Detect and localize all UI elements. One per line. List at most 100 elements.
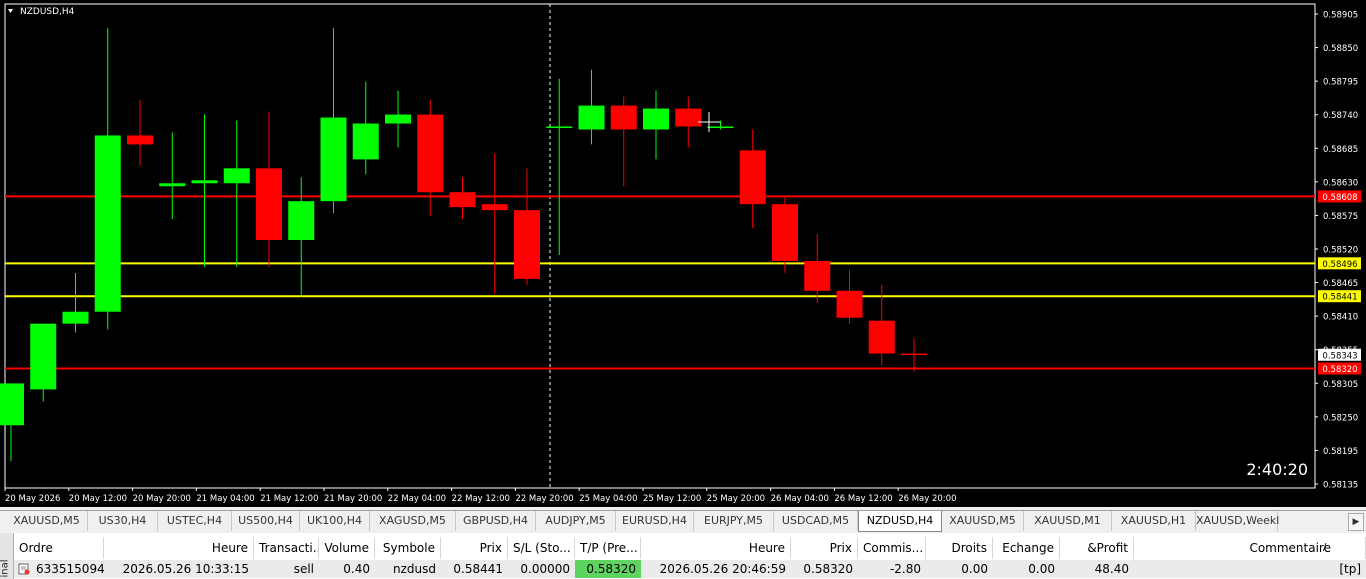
header-time-2[interactable]: Heure: [641, 537, 791, 559]
header-price[interactable]: Prix: [441, 537, 508, 559]
bull-candle-body: [320, 117, 347, 202]
price-axis-label: 0.58195: [1323, 447, 1358, 457]
chart-menu-triangle-icon[interactable]: [8, 9, 13, 13]
chart-window[interactable]: NZDUSD,H4 0.58608 0.58496 0.58441 0.58320 0.5…: [0, 0, 1366, 507]
price-axis-label: 0.58850: [1323, 44, 1358, 54]
header-exchange[interactable]: Echange: [993, 537, 1060, 559]
bear-candle-body: [514, 210, 540, 279]
price-axis-label: 0.58795: [1323, 78, 1358, 88]
header-stop-loss[interactable]: S/L (Sto...: [508, 537, 575, 559]
cell-symbol: nzdusd: [393, 562, 436, 576]
price-axis-label: 0.58250: [1323, 413, 1358, 423]
price-axis-label: 0.58520: [1323, 246, 1358, 256]
chart-tab[interactable]: NZDUSD,H4: [858, 511, 942, 532]
cell-commission: -2.80: [889, 562, 921, 576]
chart-tab[interactable]: US500,H4: [232, 511, 300, 531]
bull-candle-body: [707, 126, 734, 128]
chart-tab[interactable]: XAUUSD,M5: [6, 511, 88, 531]
price-chart[interactable]: NZDUSD,H4 0.58608 0.58496 0.58441 0.58320 0.5…: [0, 0, 1366, 507]
price-level-label: 0.58608: [1322, 193, 1357, 203]
price-axis-label: 0.58685: [1323, 145, 1358, 155]
bear-candle-body: [804, 260, 831, 291]
chart-symbol-title: NZDUSD,H4: [20, 7, 75, 17]
cell-order: 633515094: [36, 562, 104, 576]
time-axis-label: 25 May 20:00: [707, 494, 765, 504]
chart-tab[interactable]: USDCAD,M5: [774, 511, 858, 531]
time-axis-label: 22 May 20:00: [515, 494, 573, 504]
bull-candle-body: [0, 383, 24, 426]
bear-candle-body: [772, 204, 798, 261]
cell-comment: [tp]: [1339, 562, 1361, 576]
cell-open-time: 2026.05.26 10:33:15: [122, 562, 249, 576]
terminal-side-label: inal: [0, 559, 11, 578]
time-axis-label: 25 May 12:00: [643, 494, 701, 504]
terminal-side-strip[interactable]: inal: [0, 533, 14, 579]
bull-candle-body: [191, 180, 218, 184]
chart-tab[interactable]: XAUUSD,M5: [942, 511, 1024, 531]
header-time[interactable]: Heure: [104, 537, 254, 559]
header-price-2[interactable]: Prix: [791, 537, 858, 559]
bull-candle-body: [159, 183, 186, 187]
price-axis-label: 0.58905: [1323, 11, 1358, 21]
header-profit[interactable]: &Profit: [1060, 537, 1134, 559]
bear-candle-body: [417, 114, 444, 193]
cell-current-price: 0.58320: [803, 562, 853, 576]
header-rights[interactable]: Droits: [926, 537, 993, 559]
header-commission[interactable]: Commis...: [858, 537, 926, 559]
time-axis-label: 20 May 12:00: [69, 494, 127, 504]
cell-volume: 0.40: [343, 562, 370, 576]
bull-candle-body: [578, 105, 605, 130]
price-axis-label: 0.58135: [1323, 481, 1358, 491]
chart-tab[interactable]: GBPUSD,H4: [456, 511, 536, 531]
header-take-profit[interactable]: T/P (Pre...: [575, 537, 641, 559]
cell-profit: 48.40: [1094, 562, 1129, 576]
time-axis-label: 22 May 12:00: [452, 494, 510, 504]
bear-candle-body: [675, 108, 702, 127]
time-axis-label: 20 May 20:00: [133, 494, 191, 504]
cell-price: 0.58441: [453, 562, 503, 576]
chart-tab[interactable]: UK100,H4: [300, 511, 370, 531]
time-axis-label: 21 May 04:00: [196, 494, 254, 504]
chart-tab[interactable]: US30,H4: [88, 511, 158, 531]
header-symbol[interactable]: Symbole: [375, 537, 441, 559]
tabs-scroll-right-button[interactable]: ▶: [1348, 513, 1364, 531]
bear-candle-body: [481, 204, 508, 211]
chart-tab[interactable]: EURUSD,H4: [616, 511, 694, 531]
time-axis-label: 26 May 12:00: [834, 494, 892, 504]
bear-candle-body: [449, 192, 476, 208]
bear-candle-body: [127, 135, 153, 145]
chart-tab[interactable]: USTEC,H4: [158, 511, 232, 531]
bear-candle-body: [901, 353, 927, 356]
cell-exchange: 0.00: [1028, 562, 1055, 576]
time-axis-label: 22 May 04:00: [388, 494, 446, 504]
price-axis-label: 0.58305: [1323, 380, 1358, 390]
chart-tab[interactable]: XAUUSD,H1: [1112, 511, 1196, 531]
price-axis-label: 0.58410: [1323, 313, 1358, 323]
bear-candle-body: [868, 320, 895, 354]
cell-take-profit: 0.58320: [575, 560, 641, 578]
header-transaction[interactable]: Transacti...: [254, 537, 319, 559]
sort-indicator-icon: /: [1323, 542, 1327, 553]
chart-tab[interactable]: XAUUSD,Weekl: [1196, 511, 1279, 531]
price-level-label: 0.58441: [1322, 293, 1357, 303]
price-axis-label: 0.58740: [1323, 111, 1358, 121]
price-axis-label: 0.58575: [1323, 212, 1358, 222]
bull-candle-body: [30, 323, 57, 390]
bull-candle-body: [62, 311, 89, 324]
header-order[interactable]: Ordre: [14, 537, 104, 559]
time-axis-label: 25 May 04:00: [579, 494, 637, 504]
chart-tab[interactable]: AUDJPY,M5: [536, 511, 616, 531]
cell-stop-loss: 0.00000: [520, 562, 570, 576]
chart-tab[interactable]: XAGUSD,M5: [370, 511, 456, 531]
chart-tab[interactable]: EURJPY,M5: [694, 511, 774, 531]
chart-tab[interactable]: XAUUSD,M1: [1024, 511, 1112, 531]
trade-terminal-panel: inal Ordre Heure Transacti... Volume Symbole…: [0, 533, 1366, 579]
cell-type: sell: [293, 562, 314, 576]
bull-candle-body: [385, 114, 411, 124]
bear-candle-body: [610, 105, 637, 130]
chart-tabs-bar: XAUUSD,M5 US30,H4 USTEC,H4 US500,H4 UK100,H4…: [0, 510, 1366, 533]
time-axis-label: 26 May 20:00: [898, 494, 956, 504]
bull-candle-body: [546, 126, 573, 128]
cell-rights: 0.00: [961, 562, 988, 576]
header-volume[interactable]: Volume: [319, 537, 375, 559]
